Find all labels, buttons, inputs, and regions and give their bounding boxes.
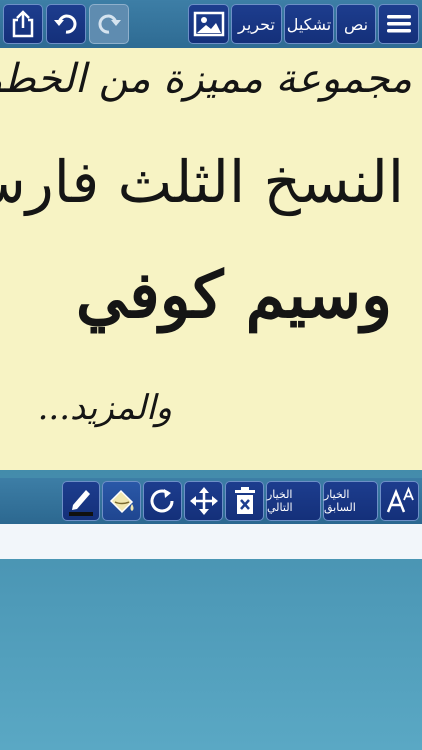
font-size-icon bbox=[386, 486, 414, 513]
pen-color-button[interactable] bbox=[62, 481, 100, 521]
delete-button[interactable] bbox=[225, 481, 264, 521]
canvas-text-line-3[interactable]: وسيم كوفي bbox=[76, 258, 392, 333]
diacritics-button[interactable]: تشكيل bbox=[284, 4, 334, 44]
menu-button[interactable] bbox=[378, 4, 419, 44]
previous-option-button[interactable]: الخيار السابق bbox=[323, 481, 378, 521]
top-toolbar: تحرير تشكيل نص bbox=[0, 0, 422, 48]
image-icon bbox=[193, 11, 224, 37]
next-option-label: الخيار التالي bbox=[267, 488, 293, 514]
bottom-toolbar: الخيار التالي الخيار السابق bbox=[0, 478, 422, 524]
undo-button[interactable] bbox=[46, 4, 86, 44]
pencil-icon bbox=[69, 490, 93, 516]
text-label: نص bbox=[343, 14, 369, 34]
rotate-icon bbox=[150, 489, 173, 513]
undo-icon bbox=[54, 14, 77, 34]
paint-bucket-icon bbox=[109, 489, 133, 514]
canvas-text-line-4[interactable]: والمزيد... bbox=[38, 388, 172, 428]
hamburger-icon bbox=[386, 15, 411, 33]
edit-label: تحرير bbox=[238, 14, 275, 34]
share-button[interactable] bbox=[3, 4, 43, 44]
next-option-button[interactable]: الخيار التالي bbox=[266, 481, 321, 521]
move-button[interactable] bbox=[184, 481, 223, 521]
redo-button[interactable] bbox=[89, 4, 129, 44]
diacritics-label: تشكيل bbox=[286, 14, 332, 34]
design-canvas[interactable]: مجموعة مميزة من الخطوط النسخ الثلث فارسي… bbox=[0, 48, 422, 470]
share-icon bbox=[12, 10, 34, 38]
text-input-area[interactable] bbox=[0, 524, 422, 559]
canvas-text-line-2[interactable]: النسخ الثلث فارسي bbox=[0, 148, 404, 216]
trash-icon bbox=[234, 487, 255, 514]
canvas-text-line-1[interactable]: مجموعة مميزة من الخطوط bbox=[0, 56, 412, 102]
font-size-button[interactable] bbox=[380, 481, 419, 521]
text-button[interactable]: نص bbox=[336, 4, 376, 44]
previous-option-label: الخيار السابق bbox=[324, 488, 356, 514]
insert-image-button[interactable] bbox=[188, 4, 229, 44]
edit-button[interactable]: تحرير bbox=[231, 4, 282, 44]
rotate-button[interactable] bbox=[143, 481, 182, 521]
fill-color-button[interactable] bbox=[102, 481, 141, 521]
move-arrows-icon bbox=[189, 487, 218, 515]
redo-icon bbox=[98, 14, 121, 34]
